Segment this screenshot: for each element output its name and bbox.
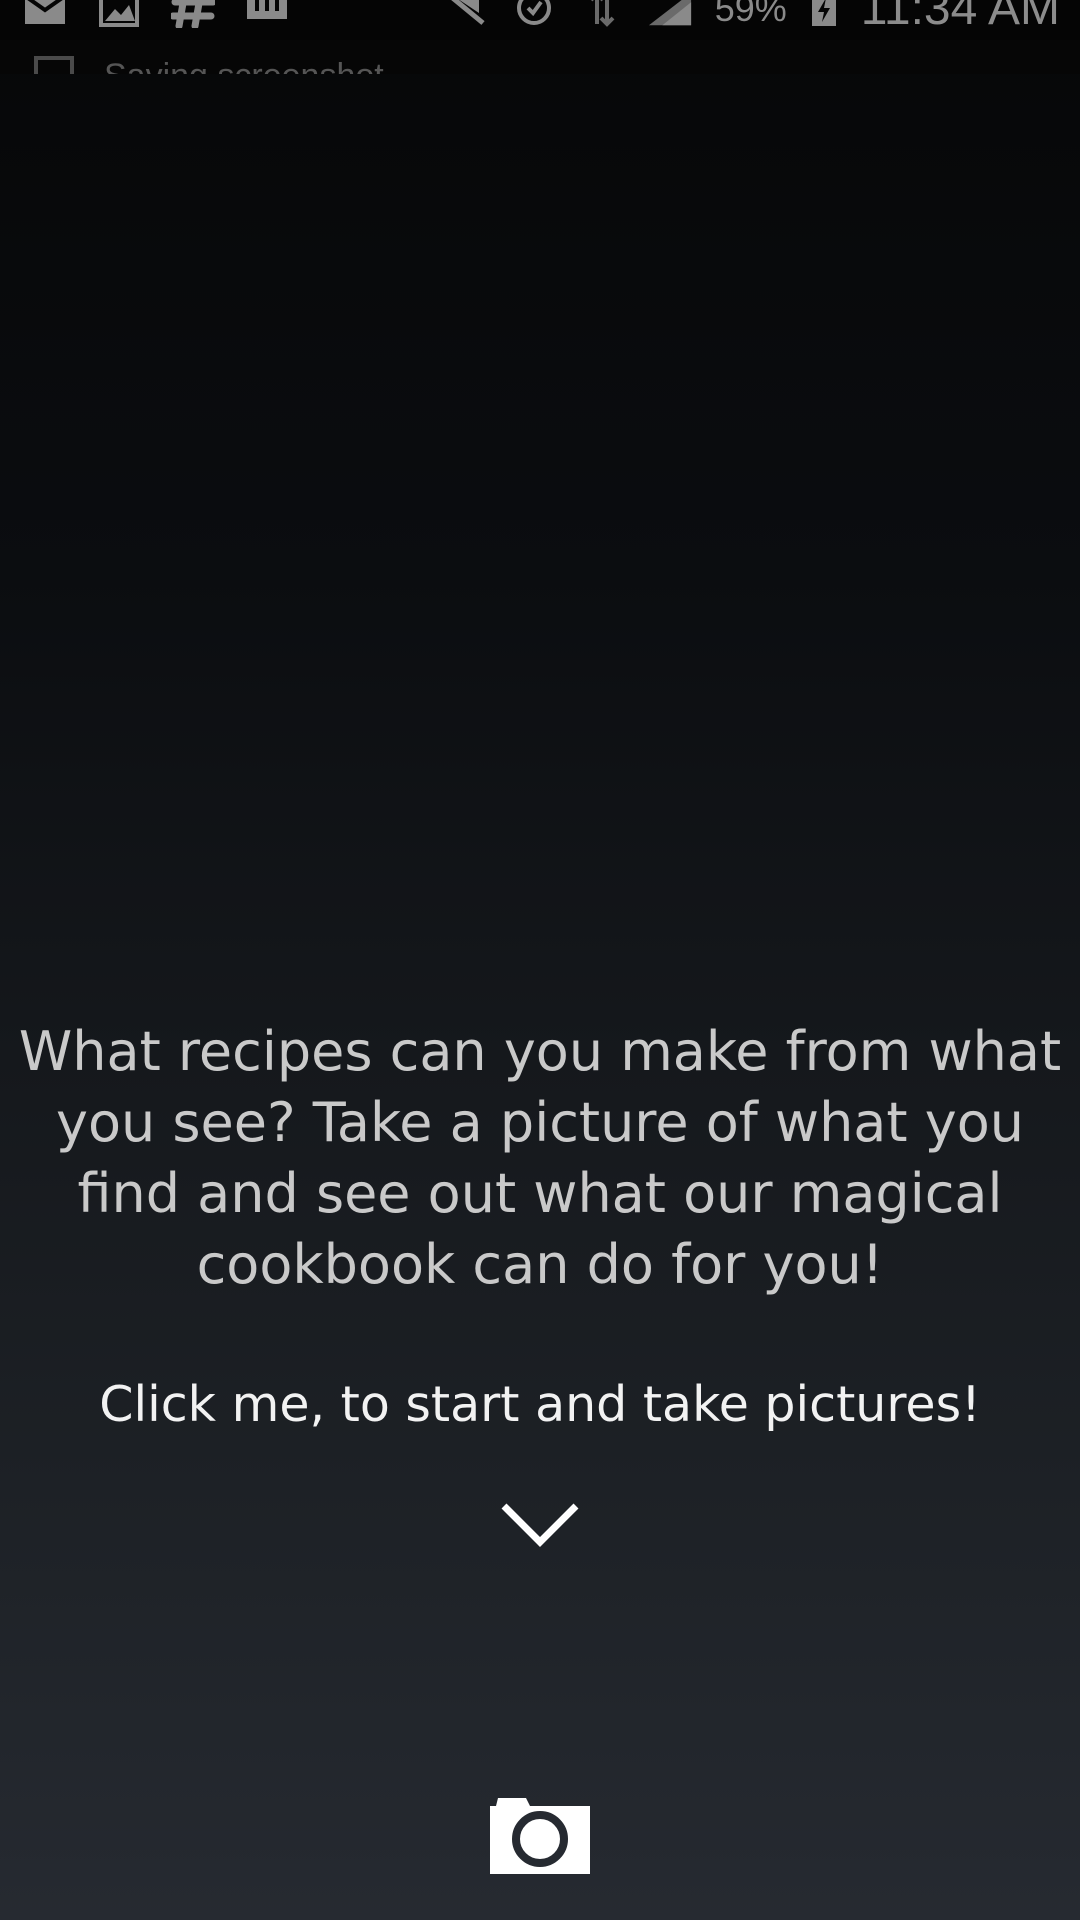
image-icon	[96, 0, 142, 28]
status-bar: 59% 11:34 AM	[0, 0, 1080, 40]
battery-charging-icon	[809, 0, 839, 28]
notification-ticker: Saving screenshot...	[0, 40, 1080, 74]
status-icons-right: 59% 11:34 AM	[443, 0, 1060, 35]
camera-button[interactable]	[486, 1792, 594, 1878]
mail-icon	[22, 0, 68, 28]
camera-icon	[490, 1798, 590, 1874]
start-cta-link[interactable]: Click me, to start and take pictures!	[0, 1373, 1080, 1437]
mute-icon	[443, 0, 489, 28]
status-time: 11:34 AM	[860, 0, 1060, 35]
slack-icon	[170, 0, 216, 28]
alarm-icon	[511, 0, 557, 28]
chevron-down-icon[interactable]	[500, 1500, 580, 1550]
intro-description: What recipes can you make from what you …	[18, 1020, 1062, 1296]
notification-text: Saving screenshot...	[104, 56, 412, 74]
signal-icon	[647, 0, 693, 28]
chat-icon	[244, 0, 290, 28]
status-icons-left	[22, 0, 290, 28]
data-transfer-icon	[579, 0, 625, 28]
screenshot-icon	[34, 56, 74, 74]
battery-percent: 59%	[714, 0, 787, 29]
